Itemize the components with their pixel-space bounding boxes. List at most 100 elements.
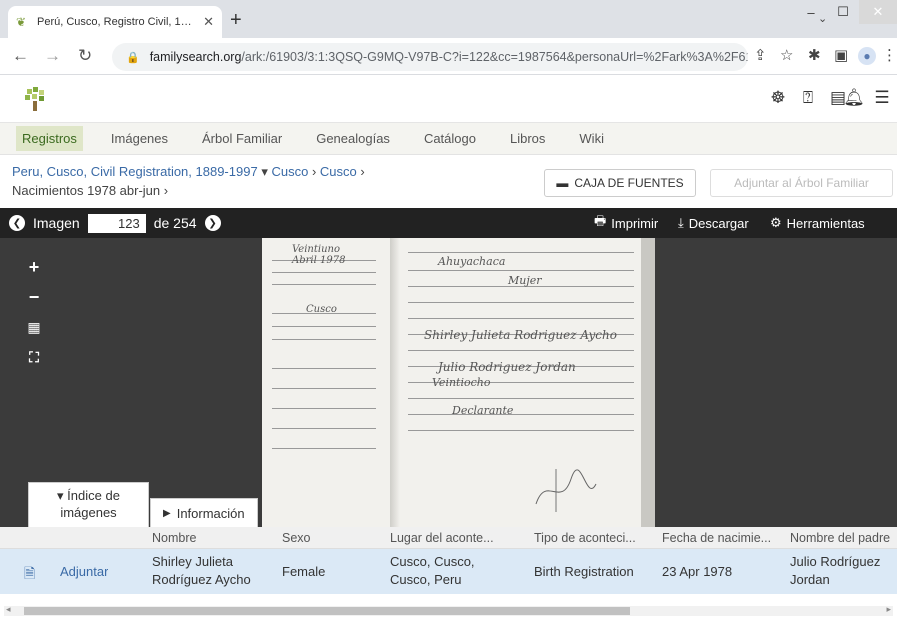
caja-label: CAJA DE FUENTES	[574, 176, 684, 190]
viewer-toolbar: ❮ Imagen de 254 ❯ 🖶 Imprimir ⤓ Descargar…	[0, 208, 897, 238]
row-sexo: Female	[282, 564, 326, 579]
lock-icon: 🔒	[126, 51, 140, 64]
maximize-icon[interactable]: ☐	[827, 0, 859, 24]
tools-label: Herramientas	[786, 215, 865, 231]
tab-indice-imagenes[interactable]: ▾ Índice de imágenes	[28, 482, 149, 527]
collection-dropdown-icon[interactable]: ▾	[261, 164, 271, 179]
browser-tab-bar: ❦ Perú, Cusco, Registro Civil, 1889- ✕ +…	[0, 0, 897, 38]
nav-imagenes[interactable]: Imágenes	[105, 126, 174, 151]
forward-icon[interactable]: →	[44, 46, 61, 66]
chevron-right-icon: ›	[311, 164, 320, 179]
document-icon: 🗎	[24, 565, 36, 581]
nav-arbol-familiar[interactable]: Árbol Familiar	[196, 126, 288, 151]
familysearch-tree-logo-icon[interactable]	[24, 87, 46, 111]
extensions-icon[interactable]: ✱	[808, 47, 821, 65]
breadcrumb-cusco-2[interactable]: Cusco	[320, 164, 357, 179]
grid-view-icon[interactable]: ▦	[23, 316, 45, 338]
close-window-icon[interactable]: ✕	[859, 0, 897, 24]
zoom-in-icon[interactable]: +	[23, 256, 45, 278]
print-button[interactable]: 🖶 Imprimir	[594, 212, 658, 234]
window-controls: – ☐ ✕	[795, 0, 897, 26]
tab-informacion-label: Información	[176, 505, 245, 521]
col-nombre[interactable]: Nombre	[152, 531, 272, 545]
row-tipo: Birth Registration	[534, 564, 634, 579]
adjuntar-arbol-button[interactable]: Adjuntar al Árbol Familiar	[710, 169, 893, 197]
caja-de-fuentes-button[interactable]: ▬ CAJA DE FUENTES	[544, 169, 696, 197]
new-tab-button[interactable]: +	[230, 10, 242, 30]
nav-wiki[interactable]: Wiki	[573, 126, 610, 151]
help-icon[interactable]: ⍰	[797, 87, 819, 109]
image-number-input[interactable]	[87, 213, 146, 233]
tab-informacion[interactable]: ▶ Información	[150, 498, 258, 527]
row-lugar: Cusco, Cusco, Cusco, Peru	[390, 554, 475, 587]
minimize-icon[interactable]: –	[795, 0, 827, 24]
url-field[interactable]: 🔒 familysearch.org /ark:/61903/3:1:3QSQ-…	[112, 43, 748, 71]
tools-icon: ⚙	[770, 215, 782, 230]
hamburger-menu-icon[interactable]: ☰	[871, 87, 893, 109]
scrollbar-thumb[interactable]	[24, 607, 630, 615]
doc-father-name: Julio Rodriguez Jordan	[438, 360, 576, 374]
next-image-icon[interactable]: ❯	[204, 215, 221, 231]
notifications-bell-icon[interactable]: 🔔︎	[843, 87, 865, 109]
doc-born-stub: Abril 1978	[292, 255, 346, 266]
col-sexo[interactable]: Sexo	[282, 531, 382, 545]
breadcrumb-nacimientos[interactable]: Nacimientos 1978 abr-jun	[12, 183, 160, 198]
doc-declarant: Declarante	[452, 404, 514, 417]
doc-age: Veintiocho	[432, 376, 491, 389]
doc-sex: Mujer	[508, 274, 542, 287]
table-row[interactable]: 🗎 Adjuntar Shirley Julieta Rodríguez Ayc…	[0, 549, 897, 594]
horizontal-scrollbar[interactable]: ◂ ▸	[4, 604, 893, 616]
prev-image-icon[interactable]: ❮	[9, 215, 25, 231]
col-lugar[interactable]: Lugar del aconte...	[390, 531, 518, 545]
nav-registros[interactable]: Registros	[16, 126, 83, 151]
table-footer: ◂ ▸	[0, 594, 897, 628]
caret-right-icon: ▶	[163, 507, 171, 519]
reload-icon[interactable]: ↻	[78, 46, 92, 66]
col-tipo[interactable]: Tipo de aconteci...	[534, 531, 654, 545]
source-box-icon: ▬	[556, 176, 569, 190]
col-padre[interactable]: Nombre del padre	[790, 531, 897, 545]
adjuntar-link[interactable]: Adjuntar	[60, 564, 108, 579]
breadcrumb-bar: Peru, Cusco, Civil Registration, 1889-19…	[0, 155, 897, 208]
page-fold	[390, 238, 400, 527]
record-image[interactable]: Veintiuno Abril 1978 Cusco Ahuyachaca Mu…	[262, 238, 655, 527]
globe-icon[interactable]: ☸	[767, 87, 789, 109]
download-button[interactable]: ⤓ Descargar	[678, 215, 749, 231]
browser-menu-icon[interactable]: ⋮	[882, 47, 897, 65]
chevron-right-icon: ›	[360, 164, 365, 179]
doc-child-name: Shirley Julieta Rodriguez Aycho	[424, 328, 617, 342]
breadcrumb-cusco-1[interactable]: Cusco	[271, 164, 308, 179]
back-icon[interactable]: ←	[12, 46, 29, 66]
print-label: Imprimir	[611, 215, 659, 231]
breadcrumb-sub: Nacimientos 1978 abr-jun ›	[12, 183, 168, 198]
fullscreen-icon[interactable]: ⛶	[23, 346, 45, 368]
download-icon: ⤓	[678, 215, 684, 230]
share-icon[interactable]: ⇪	[754, 47, 767, 65]
side-panel-icon[interactable]: ▣	[834, 47, 848, 65]
doc-sex-stub: Cusco	[306, 304, 337, 315]
scroll-right-icon[interactable]: ▸	[886, 604, 891, 615]
url-host: familysearch.org	[149, 50, 242, 64]
scroll-left-icon[interactable]: ◂	[6, 604, 11, 615]
download-label: Descargar	[688, 215, 749, 231]
app-header: ☸ ⍰ ▤ 🔔︎ ☰	[0, 75, 897, 123]
bookmark-star-icon[interactable]: ☆	[780, 47, 793, 65]
url-path: /ark:/61903/3:1:3QSQ-G9MQ-V97B-C?i=122&c…	[241, 50, 748, 64]
profile-avatar-icon[interactable]: ●	[858, 47, 876, 65]
doc-place: Ahuyachaca	[438, 255, 506, 268]
printer-icon: 🖶	[594, 213, 607, 228]
chevron-right-icon: ›	[163, 183, 169, 198]
tools-button[interactable]: ⚙ Herramientas	[770, 215, 865, 231]
col-fecha[interactable]: Fecha de nacimie...	[662, 531, 782, 545]
nav-libros[interactable]: Libros	[504, 126, 551, 151]
address-bar-row: ← → ↻ 🔒 familysearch.org /ark:/61903/3:1…	[0, 38, 897, 75]
zoom-out-icon[interactable]: −	[23, 286, 45, 308]
nav-genealogias[interactable]: Genealogías	[310, 126, 396, 151]
doc-date-stub: Veintiuno	[292, 244, 340, 255]
browser-tab[interactable]: ❦ Perú, Cusco, Registro Civil, 1889- ✕	[8, 6, 222, 38]
breadcrumb: Peru, Cusco, Civil Registration, 1889-19…	[12, 164, 365, 180]
row-padre: Julio Rodríguez Jordan	[790, 554, 881, 587]
tab-close-icon[interactable]: ✕	[203, 14, 214, 30]
breadcrumb-collection[interactable]: Peru, Cusco, Civil Registration, 1889-19…	[12, 164, 258, 179]
nav-catalogo[interactable]: Catálogo	[418, 126, 482, 151]
